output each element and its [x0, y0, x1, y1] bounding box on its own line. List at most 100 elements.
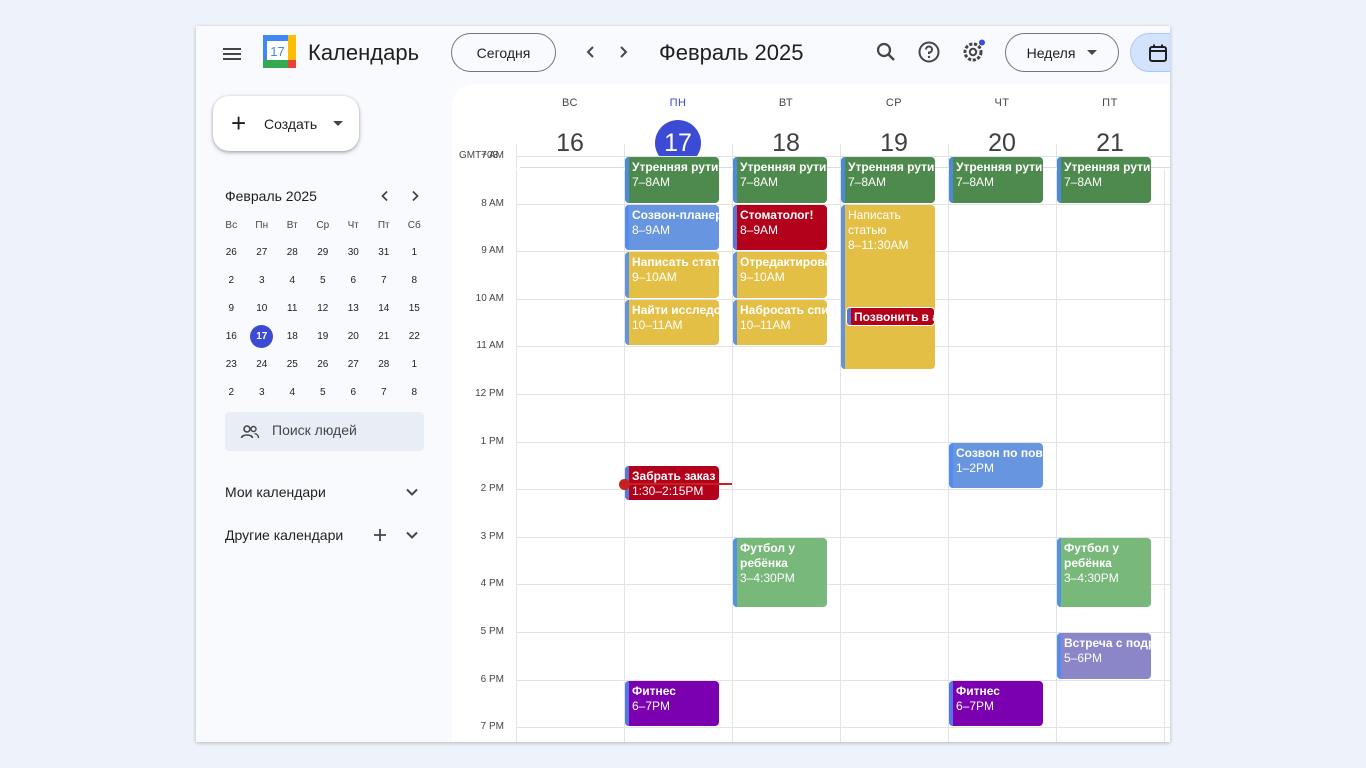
people-search[interactable] [225, 412, 424, 451]
mini-day[interactable]: 14 [369, 294, 400, 322]
calendar-event[interactable]: Созвон-планерка8–9AM [625, 204, 719, 251]
settings-icon[interactable] [960, 39, 986, 65]
my-calendars-toggle[interactable]: Мои календари [225, 480, 425, 504]
event-calendar-marker [949, 442, 953, 489]
mini-day[interactable]: 26 [216, 238, 247, 266]
mini-day[interactable]: 27 [247, 238, 278, 266]
mini-day[interactable]: 29 [308, 238, 339, 266]
hour-line [516, 489, 1170, 491]
calendar-event[interactable]: Утренняя рутина7–8AM [949, 157, 1043, 203]
day-of-week: ВС [562, 97, 578, 109]
calendar-event[interactable]: Встреча с подругой5–6PM [1057, 633, 1151, 679]
mini-prev-button[interactable] [375, 186, 395, 206]
mini-day[interactable]: 28 [369, 350, 400, 378]
mini-day[interactable]: 24 [247, 350, 278, 378]
mini-day[interactable]: 18 [277, 322, 308, 350]
mini-day[interactable]: 9 [216, 294, 247, 322]
mini-day[interactable]: 2 [216, 378, 247, 406]
mini-day[interactable]: 5 [308, 266, 339, 294]
prev-week-button[interactable] [580, 40, 602, 64]
mini-day[interactable]: 31 [369, 238, 400, 266]
column-divider [516, 170, 517, 742]
mini-day[interactable]: 20 [338, 322, 369, 350]
calendar-view-button[interactable] [1130, 33, 1170, 72]
calendar-event[interactable]: Фитнес 6–7PM [625, 680, 719, 727]
mini-day[interactable]: 17 [247, 322, 278, 350]
event-title: Утренняя рутина [740, 160, 827, 174]
menu-icon[interactable] [220, 42, 244, 66]
top-bar: 17 Календарь Сегодня Февраль 2025 Неделя [196, 26, 1170, 82]
other-calendars-toggle[interactable]: Другие календари [225, 523, 425, 547]
mini-day[interactable]: 7 [369, 266, 400, 294]
hour-label: 4 PM [480, 578, 504, 590]
hour-label: 8 AM [481, 197, 504, 209]
add-calendar-icon[interactable] [372, 527, 388, 543]
time-grid[interactable]: 7 AM 8 AM 9 AM 10 AM 11 AM 12 PM 1 PM 2 PM 3 PM 4… [452, 150, 1170, 742]
mini-day[interactable]: 15 [399, 294, 430, 322]
event-title: Позвонить в а [854, 309, 934, 324]
mini-day[interactable]: 26 [308, 350, 339, 378]
mini-day[interactable]: 22 [399, 322, 430, 350]
mini-day[interactable]: 30 [338, 238, 369, 266]
hour-label: 10 AM [475, 292, 504, 304]
event-time: 7–8AM [740, 175, 779, 189]
mini-day[interactable]: 10 [247, 294, 278, 322]
mini-day[interactable]: 25 [277, 350, 308, 378]
day-number[interactable]: 16 [547, 120, 593, 166]
mini-day[interactable]: 3 [247, 266, 278, 294]
mini-day[interactable]: 21 [369, 322, 400, 350]
create-button[interactable]: + Создать [213, 96, 359, 151]
calendar-event[interactable]: Фитнес 6–7PM [949, 680, 1043, 727]
mini-day[interactable]: 13 [338, 294, 369, 322]
mini-day[interactable]: 1 [399, 350, 430, 378]
view-selector-button[interactable]: Неделя [1005, 33, 1119, 72]
mini-next-button[interactable] [405, 186, 425, 206]
calendar-event[interactable]: Написать статью9–10AM [625, 252, 719, 298]
calendar-event[interactable]: Набросать список10–11AM [733, 299, 827, 346]
calendar-event[interactable]: Утренняя рутина7–8AM [1057, 157, 1151, 203]
event-title: Футбол у ребёнка [1064, 540, 1120, 570]
mini-day[interactable]: 23 [216, 350, 247, 378]
mini-day[interactable]: 8 [399, 266, 430, 294]
mini-day[interactable]: 4 [277, 378, 308, 406]
mini-day[interactable]: 19 [308, 322, 339, 350]
calendar-event[interactable]: Написать статью 8–11:30AM [841, 204, 935, 370]
mini-day[interactable]: 7 [369, 378, 400, 406]
mini-day[interactable]: 5 [308, 378, 339, 406]
mini-day[interactable]: 16 [216, 322, 247, 350]
mini-day[interactable]: 8 [399, 378, 430, 406]
mini-day[interactable]: 4 [277, 266, 308, 294]
mini-day[interactable]: 1 [399, 238, 430, 266]
create-label: Создать [264, 116, 318, 132]
mini-day[interactable]: 6 [338, 266, 369, 294]
calendar-event[interactable]: Позвонить в а [846, 306, 935, 327]
next-week-button[interactable] [612, 40, 634, 64]
event-calendar-marker [733, 252, 737, 298]
mini-day[interactable]: 6 [338, 378, 369, 406]
help-icon[interactable] [916, 39, 942, 65]
mini-day[interactable]: 12 [308, 294, 339, 322]
hour-label: 12 PM [475, 388, 504, 399]
calendar-event[interactable]: Футбол у ребёнка 3–4:30PM [1057, 537, 1151, 608]
calendar-event[interactable]: Созвон по поводу1–2PM [949, 442, 1043, 489]
mini-day[interactable]: 3 [247, 378, 278, 406]
calendar-event[interactable]: Отредактировать9–10AM [733, 252, 827, 298]
today-button[interactable]: Сегодня [451, 33, 556, 72]
event-time: 6–7PM [956, 698, 995, 713]
calendar-event[interactable]: Утренняя рутина7–8AM [841, 157, 935, 203]
hour-line [516, 394, 1170, 395]
calendar-event[interactable]: Найти исследование10–11AM [625, 299, 719, 346]
mini-day[interactable]: 27 [338, 350, 369, 378]
mini-day[interactable]: 11 [277, 294, 308, 322]
mini-day[interactable]: 28 [277, 238, 308, 266]
event-time: 7–8AM [956, 175, 995, 189]
calendar-event[interactable]: Футбол у ребёнка 3–4:30PM [733, 537, 827, 608]
chevron-left-icon [586, 46, 594, 58]
calendar-event[interactable]: Утренняя рутина7–8AM [625, 157, 719, 203]
people-search-input[interactable] [272, 422, 412, 438]
event-calendar-marker [1057, 157, 1061, 203]
calendar-event[interactable]: Утренняя рутина7–8AM [733, 157, 827, 203]
search-icon[interactable] [873, 39, 899, 65]
mini-day[interactable]: 2 [216, 266, 247, 294]
calendar-event[interactable]: Стоматолог! 8–9AM [733, 204, 827, 251]
